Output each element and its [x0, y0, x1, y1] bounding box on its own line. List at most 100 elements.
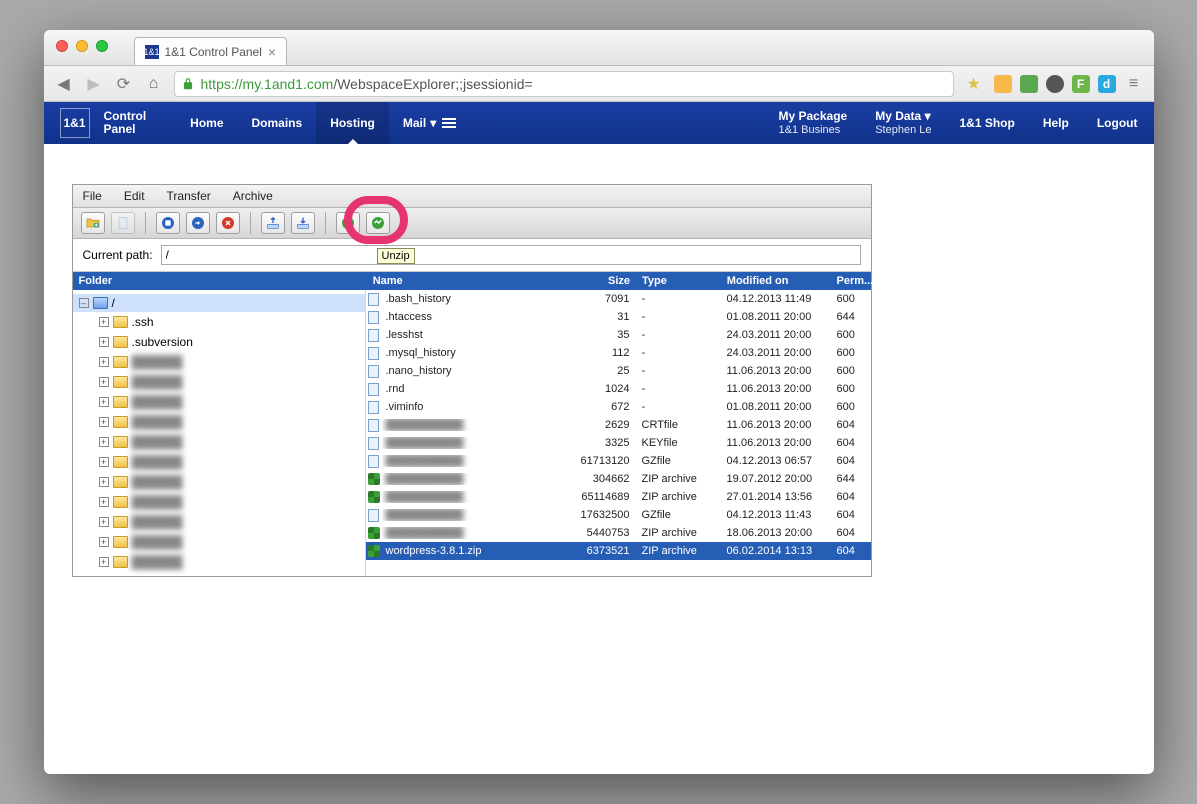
expand-icon[interactable]: + — [99, 517, 109, 527]
tree-item[interactable]: +██████ — [73, 372, 365, 392]
menu-icon[interactable] — [442, 118, 456, 128]
nav-domains[interactable]: Domains — [238, 102, 317, 144]
file-row[interactable]: ██████████61713120GZfile04.12.2013 06:57… — [366, 452, 871, 470]
file-row[interactable]: .lesshst35-24.03.2011 20:00600 — [366, 326, 871, 344]
browser-window: 1&1 1&1 Control Panel × ◀ ▶ ⟳ ⌂ https://… — [44, 30, 1154, 774]
file-size: 3325 — [566, 437, 636, 449]
col-folder[interactable]: Folder — [73, 275, 367, 287]
col-type[interactable]: Type — [636, 275, 721, 287]
minimize-window-button[interactable] — [76, 40, 88, 52]
tree-item[interactable]: +██████ — [73, 512, 365, 532]
col-modified[interactable]: Modified on — [721, 275, 833, 287]
new-folder-button[interactable] — [81, 212, 105, 234]
file-name: .bash_history — [382, 293, 566, 305]
nav-mail[interactable]: Mail▾ — [389, 102, 470, 144]
collapse-icon[interactable]: – — [79, 298, 89, 308]
expand-icon[interactable]: + — [99, 477, 109, 487]
url-field[interactable]: https://my.1and1.com/WebspaceExplorer;;j… — [174, 71, 954, 97]
expand-icon[interactable]: + — [99, 357, 109, 367]
mydata-selector[interactable]: My Data ▾ Stephen Le — [875, 109, 931, 137]
reload-button[interactable]: ⟳ — [114, 74, 134, 94]
forward-button[interactable]: ▶ — [84, 74, 104, 94]
browser-tab[interactable]: 1&1 1&1 Control Panel × — [134, 37, 288, 65]
tree-item[interactable]: +██████ — [73, 392, 365, 412]
file-row[interactable]: wordpress-3.8.1.zip6373521ZIP archive06.… — [366, 542, 871, 560]
back-button[interactable]: ◀ — [54, 74, 74, 94]
tree-item[interactable]: +██████ — [73, 552, 365, 572]
expand-icon[interactable]: + — [99, 417, 109, 427]
file-row[interactable]: .htaccess31-01.08.2011 20:00644 — [366, 308, 871, 326]
tree-item[interactable]: +██████ — [73, 452, 365, 472]
expand-icon[interactable]: + — [99, 497, 109, 507]
menubar: File Edit Transfer Archive — [73, 185, 871, 208]
expand-icon[interactable]: + — [99, 397, 109, 407]
menu-transfer[interactable]: Transfer — [167, 189, 211, 203]
tree-item[interactable]: +██████ — [73, 412, 365, 432]
logo-icon[interactable]: 1&1 — [60, 108, 90, 138]
tree-item[interactable]: +.subversion — [73, 332, 365, 352]
expand-icon[interactable]: + — [99, 457, 109, 467]
extension-icon[interactable]: F — [1072, 75, 1090, 93]
zoom-window-button[interactable] — [96, 40, 108, 52]
download-button[interactable] — [291, 212, 315, 234]
file-row[interactable]: .bash_history7091-04.12.2013 11:49600 — [366, 290, 871, 308]
unzip-button[interactable] — [366, 212, 390, 234]
tree-item[interactable]: +██████ — [73, 532, 365, 552]
expand-icon[interactable]: + — [99, 377, 109, 387]
col-name[interactable]: Name — [367, 275, 566, 287]
close-window-button[interactable] — [56, 40, 68, 52]
file-perm: 604 — [833, 491, 871, 503]
expand-icon[interactable]: + — [99, 317, 109, 327]
file-type: - — [636, 401, 721, 413]
file-row[interactable]: ██████████65114689ZIP archive27.01.2014 … — [366, 488, 871, 506]
nav-hosting[interactable]: Hosting — [316, 102, 389, 144]
copy-button[interactable] — [156, 212, 180, 234]
zip-icon — [368, 491, 380, 503]
move-button[interactable] — [186, 212, 210, 234]
tree-item[interactable]: +██████ — [73, 492, 365, 512]
file-row[interactable]: .mysql_history112-24.03.2011 20:00600 — [366, 344, 871, 362]
chrome-menu-icon[interactable]: ≡ — [1124, 74, 1144, 94]
path-input[interactable] — [161, 245, 861, 265]
menu-edit[interactable]: Edit — [124, 189, 145, 203]
link-logout[interactable]: Logout — [1097, 116, 1138, 130]
zip-button[interactable] — [336, 212, 360, 234]
expand-icon[interactable]: + — [99, 337, 109, 347]
extension-icon[interactable] — [1020, 75, 1038, 93]
home-button[interactable]: ⌂ — [144, 74, 164, 94]
menu-file[interactable]: File — [83, 189, 102, 203]
expand-icon[interactable]: + — [99, 537, 109, 547]
close-tab-icon[interactable]: × — [268, 44, 276, 60]
file-name: .nano_history — [382, 365, 566, 377]
extension-icon[interactable] — [994, 75, 1012, 93]
tree-item[interactable]: +██████ — [73, 472, 365, 492]
file-row[interactable]: .rnd1024-11.06.2013 20:00600 — [366, 380, 871, 398]
expand-icon[interactable]: + — [99, 437, 109, 447]
upload-button[interactable] — [261, 212, 285, 234]
file-row[interactable]: ██████████3325KEYfile11.06.2013 20:00604 — [366, 434, 871, 452]
tree-root[interactable]: – / — [73, 294, 365, 312]
tree-item[interactable]: +.ssh — [73, 312, 365, 332]
extension-icon[interactable]: d — [1098, 75, 1116, 93]
extension-icon[interactable] — [1046, 75, 1064, 93]
bookmark-star-icon[interactable]: ★ — [964, 74, 984, 94]
package-selector[interactable]: My Package 1&1 Busines — [778, 109, 847, 137]
file-row[interactable]: .nano_history25-11.06.2013 20:00600 — [366, 362, 871, 380]
file-size: 7091 — [566, 293, 636, 305]
nav-home[interactable]: Home — [176, 102, 237, 144]
file-row[interactable]: ██████████304662ZIP archive19.07.2012 20… — [366, 470, 871, 488]
link-shop[interactable]: 1&1 Shop — [959, 116, 1014, 130]
menu-archive[interactable]: Archive — [233, 189, 273, 203]
tree-item[interactable]: +██████ — [73, 432, 365, 452]
delete-button[interactable] — [216, 212, 240, 234]
new-file-button[interactable] — [111, 212, 135, 234]
link-help[interactable]: Help — [1043, 116, 1069, 130]
col-perm[interactable]: Perm... — [832, 275, 870, 287]
file-row[interactable]: ██████████5440753ZIP archive18.06.2013 2… — [366, 524, 871, 542]
expand-icon[interactable]: + — [99, 557, 109, 567]
file-row[interactable]: ██████████17632500GZfile04.12.2013 11:43… — [366, 506, 871, 524]
file-row[interactable]: ██████████2629CRTfile11.06.2013 20:00604 — [366, 416, 871, 434]
tree-item[interactable]: +██████ — [73, 352, 365, 372]
file-row[interactable]: .viminfo672-01.08.2011 20:00600 — [366, 398, 871, 416]
col-size[interactable]: Size — [566, 275, 636, 287]
